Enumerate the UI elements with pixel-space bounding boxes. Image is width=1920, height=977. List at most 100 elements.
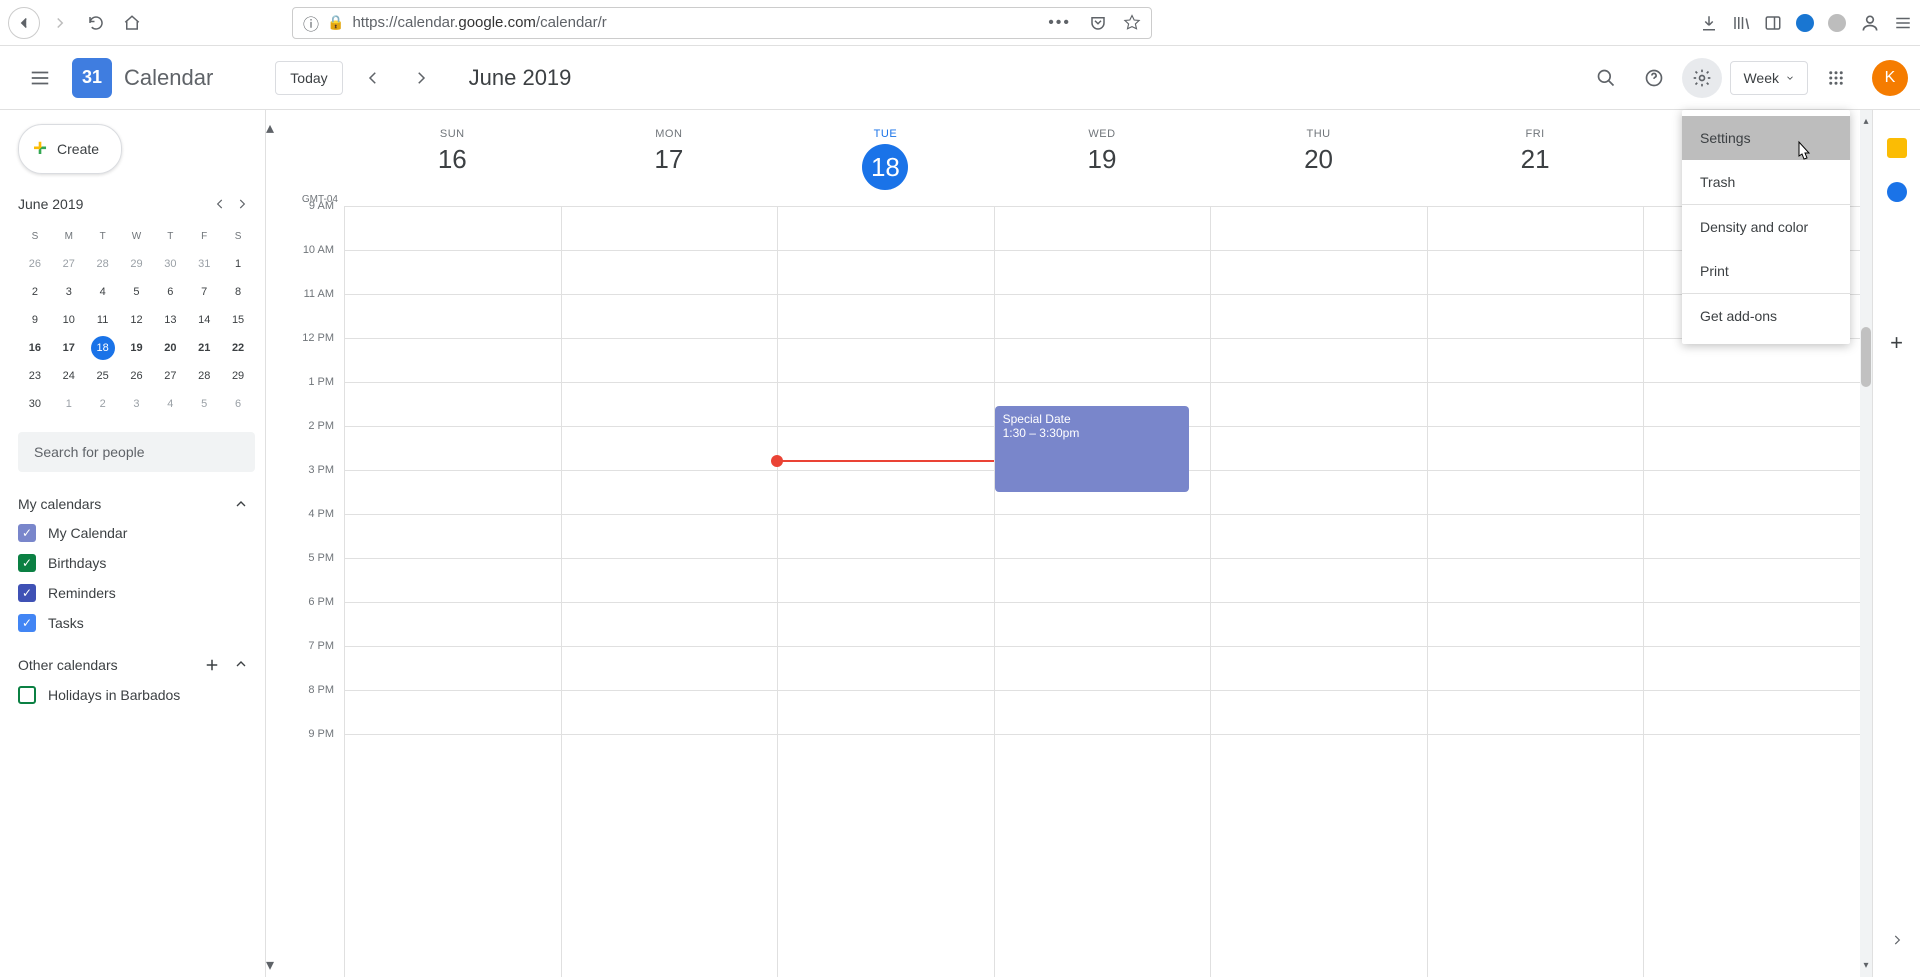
- calendar-checkbox[interactable]: ✓: [18, 554, 36, 572]
- mini-next-month[interactable]: [235, 197, 249, 211]
- calendar-list-item[interactable]: ✓My Calendar: [18, 524, 255, 542]
- downloads-icon[interactable]: [1700, 14, 1718, 32]
- mini-date-cell[interactable]: 1: [52, 390, 86, 418]
- mini-date-cell[interactable]: 29: [120, 250, 154, 278]
- mini-date-cell[interactable]: 26: [120, 362, 154, 390]
- day-header[interactable]: WED19: [994, 110, 1211, 206]
- vertical-scrollbar[interactable]: ▴ ▾: [1860, 110, 1872, 977]
- next-period-button[interactable]: [403, 60, 439, 96]
- mini-date-cell[interactable]: 4: [86, 278, 120, 306]
- settings-button[interactable]: [1682, 58, 1722, 98]
- mini-date-cell[interactable]: 8: [221, 278, 255, 306]
- calendar-checkbox[interactable]: ✓: [18, 584, 36, 602]
- mini-date-cell[interactable]: 2: [18, 278, 52, 306]
- mini-date-cell[interactable]: 25: [86, 362, 120, 390]
- page-actions-icon[interactable]: •••: [1048, 14, 1071, 32]
- browser-forward-button[interactable]: [44, 7, 76, 39]
- mini-date-cell[interactable]: 14: [187, 306, 221, 334]
- mini-date-cell[interactable]: 12: [120, 306, 154, 334]
- mini-date-cell[interactable]: 5: [187, 390, 221, 418]
- mini-date-cell[interactable]: 3: [120, 390, 154, 418]
- mini-date-cell[interactable]: 18: [86, 334, 120, 362]
- calendar-checkbox[interactable]: [18, 686, 36, 704]
- menu-item-settings[interactable]: Settings: [1682, 116, 1850, 160]
- day-header[interactable]: SUN16: [344, 110, 561, 206]
- mini-date-cell[interactable]: 26: [18, 250, 52, 278]
- menu-item-trash[interactable]: Trash: [1682, 160, 1850, 204]
- search-people-input[interactable]: Search for people: [18, 432, 255, 472]
- library-icon[interactable]: [1732, 14, 1750, 32]
- mini-date-cell[interactable]: 23: [18, 362, 52, 390]
- menu-item-addons[interactable]: Get add-ons: [1682, 294, 1850, 338]
- calendar-checkbox[interactable]: ✓: [18, 524, 36, 542]
- calendar-list-item[interactable]: ✓Birthdays: [18, 554, 255, 572]
- grid-body[interactable]: Special Date 1:30 – 3:30pm: [344, 206, 1860, 977]
- bookmark-star-icon[interactable]: [1123, 14, 1141, 32]
- scrollbar-thumb[interactable]: [1861, 327, 1871, 387]
- mini-date-cell[interactable]: 27: [52, 250, 86, 278]
- expand-panel-button[interactable]: [1880, 923, 1914, 957]
- account-avatar[interactable]: K: [1872, 60, 1908, 96]
- mini-date-cell[interactable]: 16: [18, 334, 52, 362]
- keep-icon[interactable]: [1887, 138, 1907, 158]
- mini-date-cell[interactable]: 1: [221, 250, 255, 278]
- mini-date-cell[interactable]: 29: [221, 362, 255, 390]
- extension-icon-2[interactable]: [1828, 14, 1846, 32]
- pocket-icon[interactable]: [1089, 14, 1107, 32]
- mini-date-cell[interactable]: 4: [153, 390, 187, 418]
- mini-date-cell[interactable]: 30: [18, 390, 52, 418]
- day-header[interactable]: THU20: [1210, 110, 1427, 206]
- calendar-list-item[interactable]: ✓Reminders: [18, 584, 255, 602]
- google-apps-button[interactable]: [1816, 58, 1856, 98]
- profile-icon[interactable]: [1860, 13, 1880, 33]
- mini-date-cell[interactable]: 17: [52, 334, 86, 362]
- mini-date-cell[interactable]: 15: [221, 306, 255, 334]
- browser-home-button[interactable]: [116, 7, 148, 39]
- mini-date-cell[interactable]: 21: [187, 334, 221, 362]
- create-button[interactable]: + Create: [18, 124, 122, 174]
- browser-reload-button[interactable]: [80, 7, 112, 39]
- view-selector[interactable]: Week: [1730, 61, 1808, 95]
- mini-date-cell[interactable]: 6: [153, 278, 187, 306]
- prev-period-button[interactable]: [355, 60, 391, 96]
- calendar-list-item[interactable]: ✓Tasks: [18, 614, 255, 632]
- mini-date-cell[interactable]: 9: [18, 306, 52, 334]
- mini-date-cell[interactable]: 19: [120, 334, 154, 362]
- mini-prev-month[interactable]: [213, 197, 227, 211]
- url-bar[interactable]: ⓘ 🔒 https://calendar.google.com/calendar…: [292, 7, 1152, 39]
- tasks-icon[interactable]: [1887, 182, 1907, 202]
- add-calendar-icon[interactable]: [203, 656, 221, 674]
- mini-date-cell[interactable]: 31: [187, 250, 221, 278]
- mini-date-cell[interactable]: 7: [187, 278, 221, 306]
- mini-date-cell[interactable]: 20: [153, 334, 187, 362]
- menu-item-print[interactable]: Print: [1682, 249, 1850, 293]
- mini-date-cell[interactable]: 13: [153, 306, 187, 334]
- add-addon-button[interactable]: +: [1890, 330, 1903, 356]
- sidebar-toggle-icon[interactable]: [1764, 14, 1782, 32]
- mini-date-cell[interactable]: 3: [52, 278, 86, 306]
- mini-date-cell[interactable]: 10: [52, 306, 86, 334]
- menu-item-density[interactable]: Density and color: [1682, 205, 1850, 249]
- mini-date-cell[interactable]: 6: [221, 390, 255, 418]
- day-header[interactable]: TUE18: [777, 110, 994, 206]
- mini-date-cell[interactable]: 11: [86, 306, 120, 334]
- calendar-list-item[interactable]: Holidays in Barbados: [18, 686, 255, 704]
- today-button[interactable]: Today: [275, 61, 342, 95]
- calendar-event[interactable]: Special Date 1:30 – 3:30pm: [995, 406, 1189, 492]
- calendar-checkbox[interactable]: ✓: [18, 614, 36, 632]
- mini-date-cell[interactable]: 22: [221, 334, 255, 362]
- help-button[interactable]: [1634, 58, 1674, 98]
- mini-date-cell[interactable]: 24: [52, 362, 86, 390]
- browser-back-button[interactable]: [8, 7, 40, 39]
- my-calendars-header[interactable]: My calendars: [18, 496, 255, 512]
- day-header[interactable]: FRI21: [1427, 110, 1644, 206]
- browser-menu-icon[interactable]: [1894, 14, 1912, 32]
- search-button[interactable]: [1586, 58, 1626, 98]
- mini-date-cell[interactable]: 5: [120, 278, 154, 306]
- day-header[interactable]: MON17: [561, 110, 778, 206]
- mini-date-cell[interactable]: 28: [86, 250, 120, 278]
- mini-date-cell[interactable]: 30: [153, 250, 187, 278]
- other-calendars-header[interactable]: Other calendars: [18, 656, 255, 674]
- mini-date-cell[interactable]: 28: [187, 362, 221, 390]
- extension-icon-1[interactable]: [1796, 14, 1814, 32]
